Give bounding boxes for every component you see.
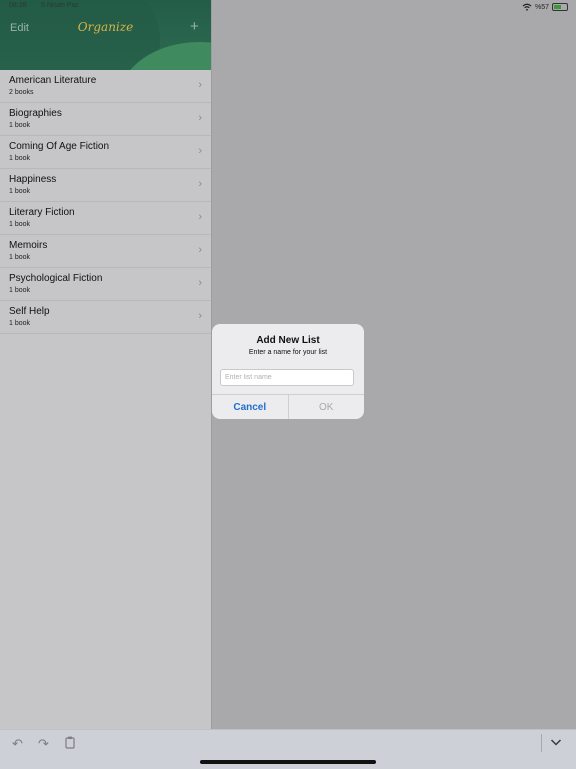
header-decoration: [0, 0, 160, 70]
add-list-button[interactable]: +: [190, 18, 199, 35]
chevron-right-icon: ›: [198, 145, 202, 157]
header-bar: 08:38 5 Nisan Paz Edit Organize +: [0, 0, 211, 70]
chevron-down-icon[interactable]: [550, 735, 562, 750]
redo-icon[interactable]: ↷: [38, 736, 49, 752]
list-item-count: 1 book: [9, 287, 31, 294]
list-item[interactable]: American Literature 2 books ›: [0, 70, 211, 103]
list-item-name: American Literature: [9, 75, 97, 86]
list-name-input[interactable]: [220, 369, 354, 386]
list-item-count: 1 book: [9, 155, 31, 162]
add-list-dialog: Add New List Enter a name for your list …: [212, 324, 364, 419]
list-item-name: Literary Fiction: [9, 207, 75, 218]
ok-button[interactable]: OK: [289, 395, 365, 419]
chevron-right-icon: ›: [198, 178, 202, 190]
list-item-name: Psychological Fiction: [9, 273, 103, 284]
list-item-name: Biographies: [9, 108, 62, 119]
status-time: 08:38: [9, 2, 27, 9]
list-item-name: Coming Of Age Fiction: [9, 141, 110, 152]
page-title: Organize: [77, 20, 134, 34]
list-item-name: Self Help: [9, 306, 50, 317]
chevron-right-icon: ›: [198, 112, 202, 124]
cancel-button[interactable]: Cancel: [212, 395, 289, 419]
list-item-count: 1 book: [9, 254, 31, 261]
dialog-buttons: Cancel OK: [212, 394, 364, 419]
list-item[interactable]: Biographies 1 book ›: [0, 103, 211, 136]
list-item[interactable]: Coming Of Age Fiction 1 book ›: [0, 136, 211, 169]
chevron-right-icon: ›: [198, 79, 202, 91]
home-indicator: [200, 760, 376, 764]
sidebar: 08:38 5 Nisan Paz Edit Organize + Americ…: [0, 0, 211, 729]
list-item[interactable]: Psychological Fiction 1 book ›: [0, 268, 211, 301]
undo-icon[interactable]: ↶: [12, 736, 23, 752]
chevron-right-icon: ›: [198, 277, 202, 289]
list-item-name: Memoirs: [9, 240, 48, 251]
chevron-right-icon: ›: [198, 211, 202, 223]
toolbar-separator: [541, 734, 542, 752]
battery-icon: [552, 3, 568, 11]
status-right: %57: [522, 3, 568, 11]
list-item-count: 1 book: [9, 320, 31, 327]
list-container: American Literature 2 books › Biographies 1 …: [0, 70, 211, 334]
list-item-count: 1 book: [9, 122, 31, 129]
list-item[interactable]: Memoirs 1 book ›: [0, 235, 211, 268]
list-item[interactable]: Happiness 1 book ›: [0, 169, 211, 202]
list-item[interactable]: Self Help 1 book ›: [0, 301, 211, 334]
dialog-title: Add New List: [256, 335, 320, 346]
list-item-count: 2 books: [9, 89, 34, 96]
chevron-right-icon: ›: [198, 244, 202, 256]
list-item-count: 1 book: [9, 188, 31, 195]
list-item-name: Happiness: [9, 174, 57, 185]
battery-percent: %57: [534, 3, 549, 11]
chevron-right-icon: ›: [198, 310, 202, 322]
dialog-message: Enter a name for your list: [248, 349, 328, 356]
list-item-count: 1 book: [9, 221, 31, 228]
list-item[interactable]: Literary Fiction 1 book ›: [0, 202, 211, 235]
status-date: 5 Nisan Paz: [41, 2, 79, 9]
wifi-icon: [522, 3, 532, 11]
clipboard-icon[interactable]: [64, 736, 76, 752]
